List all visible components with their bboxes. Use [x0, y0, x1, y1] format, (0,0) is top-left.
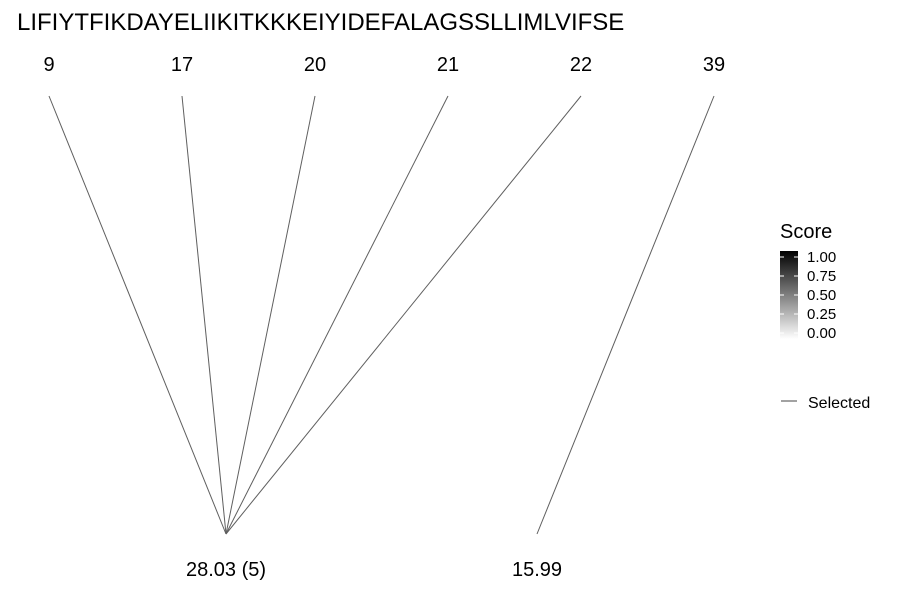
link-line: [225, 95, 449, 535]
top-position-label: 22: [570, 54, 592, 76]
bottom-node-label: 15.99: [512, 559, 562, 581]
top-position-label: 9: [43, 54, 54, 76]
top-position-label: 39: [703, 54, 725, 76]
link-line: [536, 95, 715, 535]
legend-tick-label: 1.00: [807, 249, 836, 266]
link-chart: LIFIYTFIKDAYELIIKITKKKEIYIDEFALAGSSLLIML…: [17, 9, 870, 581]
bottom-node-labels: 28.03 (5) 15.99: [186, 559, 562, 581]
legend-tick-label: 0.75: [807, 268, 836, 285]
link-lines: [48, 95, 715, 535]
top-position-labels: 9 17 20 21 22 39: [43, 54, 725, 76]
top-position-label: 21: [437, 54, 459, 76]
link-line: [181, 95, 227, 535]
bottom-node-label: 28.03 (5): [186, 559, 266, 581]
sequence-title: LIFIYTFIKDAYELIIKITKKKEIYIDEFALAGSSLLIML…: [17, 9, 624, 36]
link-line: [48, 95, 227, 535]
legend-tick-label: 0.00: [807, 325, 836, 342]
legend-tick-label: 0.50: [807, 287, 836, 304]
link-line: [225, 95, 582, 535]
top-position-label: 17: [171, 54, 193, 76]
legend-title: Score: [780, 221, 832, 243]
top-position-label: 20: [304, 54, 326, 76]
legend-tick-label: 0.25: [807, 306, 836, 323]
score-legend: Score 1.00 0.75 0.50 0.25 0.00 Selected: [780, 221, 870, 412]
legend-selected-label: Selected: [808, 395, 870, 412]
link-line: [225, 95, 316, 535]
